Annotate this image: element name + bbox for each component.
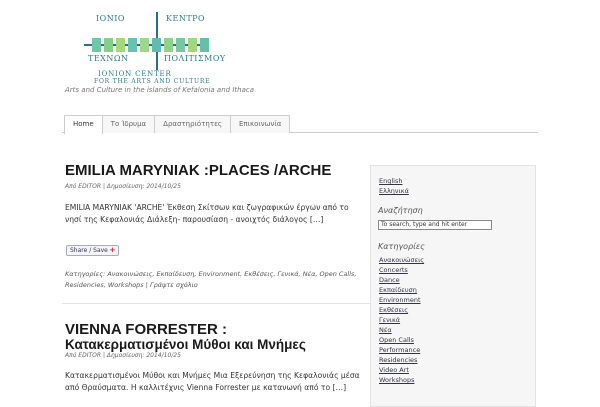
site-tagline: Arts and Culture in the islands of Kefal… — [65, 86, 254, 94]
logo-square — [200, 38, 209, 52]
share-button[interactable]: Share / Save ✚ — [66, 245, 119, 256]
category-link[interactable]: Residencies — [379, 356, 417, 364]
nav-tab-foundation[interactable]: Το Ίδρυμα — [101, 115, 156, 133]
main-nav: Home Το Ίδρυμα Δραστηριότητες Επικοινωνί… — [64, 115, 291, 134]
logo-text: ΚΕΝΤΡΟ — [166, 14, 206, 23]
category-link[interactable]: Concerts — [379, 266, 408, 274]
category-link[interactable]: Performance — [379, 346, 420, 354]
logo-text: ΙΟΝΙΟ — [96, 14, 125, 23]
category-link[interactable]: Dance — [379, 276, 400, 284]
language-link-greek[interactable]: Ελληνικά — [379, 187, 409, 195]
category-link[interactable]: Εκθέσεις — [379, 306, 408, 314]
category-link[interactable]: Ανακοινώσεις — [379, 256, 424, 264]
nav-tab-home[interactable]: Home — [64, 115, 103, 134]
logo-text: ΠΟΛΙΤΙΣΜΟΥ — [164, 54, 226, 63]
post-divider — [62, 303, 372, 304]
category-link[interactable]: Workshops — [379, 376, 414, 384]
category-link[interactable]: Video Art — [379, 366, 409, 374]
post-title[interactable]: VIENNA FORRESTER : — [65, 322, 227, 338]
nav-tab-contact[interactable]: Επικοινωνία — [229, 115, 291, 133]
sidebar: English Ελληνικά Αναζήτηση To search, ty… — [370, 165, 536, 407]
logo-squares — [92, 38, 209, 52]
category-link[interactable]: Εκπαίδευση — [379, 286, 417, 294]
share-label: Share / Save — [70, 247, 108, 254]
post-categories: Κατηγορίες: Ανακοινώσεις, Εκπαίδευση, En… — [65, 270, 357, 289]
language-link-english[interactable]: English — [379, 177, 402, 185]
logo-square — [152, 38, 161, 52]
post-excerpt: EMILIA MARYNIAK 'ARCHE' Έκθεση Σκίτσων κ… — [65, 203, 349, 224]
logo-square — [164, 38, 173, 52]
logo-text: FOR THE ARTS AND CULTURE — [94, 78, 211, 85]
logo-square — [140, 38, 149, 52]
logo-square — [116, 38, 125, 52]
logo-square — [176, 38, 185, 52]
category-link[interactable]: Environment — [379, 296, 421, 304]
logo-square — [92, 38, 101, 52]
logo-square — [128, 38, 137, 52]
site-logo[interactable]: ΙΟΝΙΟ ΚΕΝΤΡΟ ΤΕΧΝΩΝ ΠΟΛΙΤΙΣΜΟΥ IONION CE… — [72, 6, 225, 86]
logo-square — [104, 38, 113, 52]
category-link[interactable]: Νέα — [379, 326, 392, 334]
categories-heading: Κατηγορίες — [378, 242, 425, 251]
nav-tab-activities[interactable]: Δραστηριότητες — [154, 115, 231, 133]
logo-text: ΤΕΧΝΩΝ — [88, 54, 129, 63]
post-excerpt: Κατακερματισμένοι Μύθοι και Μνήμες Μια Ε… — [65, 371, 360, 392]
search-heading: Αναζήτηση — [378, 206, 423, 215]
post-meta: Από EDITOR | Δημοσίευση: 2014/10/25 — [65, 352, 181, 359]
category-link[interactable]: Γενικά — [379, 316, 400, 324]
logo-square — [188, 38, 197, 52]
category-link[interactable]: Open Calls — [379, 336, 414, 344]
post-meta: Από EDITOR | Δημοσίευση: 2014/10/25 — [65, 183, 181, 190]
post-title[interactable]: EMILIA MARYNIAK :PLACES /ARCHE — [65, 163, 331, 179]
logo-text: IONION CENTER — [98, 70, 172, 78]
search-input[interactable]: To search, type and hit enter — [378, 220, 492, 230]
share-icons: ✚ — [109, 247, 115, 254]
post-title-line2[interactable]: Κατακερματισμένοι Μύθοι και Μνήμες — [65, 337, 306, 353]
